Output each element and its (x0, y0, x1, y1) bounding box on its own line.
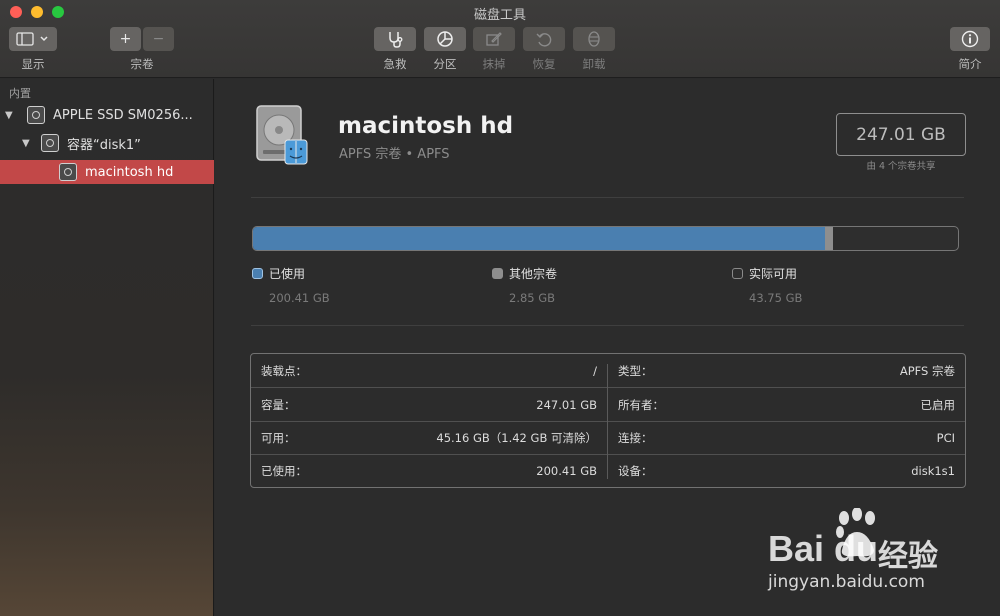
restore-label: 恢复 (532, 57, 556, 71)
info-row-connection: 连接： PCI (608, 421, 965, 455)
sidebar-item-macintosh-hd[interactable]: macintosh hd (0, 160, 214, 184)
baidu-watermark: Bai du 经验 jingyan.baidu.com (768, 508, 988, 608)
partition-button[interactable] (424, 27, 466, 51)
volume-subtitle: APFS 宗卷 • APFS (339, 147, 450, 162)
erase-group: 抹掉 (473, 27, 515, 72)
unmount-group: 卸载 (573, 27, 615, 72)
remove-volume-button[interactable]: − (143, 27, 174, 51)
volume-group: + − 宗卷 (110, 27, 174, 72)
other-value: 2.85 GB (509, 291, 556, 305)
volume-name: macintosh hd (338, 113, 514, 139)
info-row-used: 已使用： 200.41 GB (261, 464, 597, 478)
info-label: 简介 (958, 57, 982, 71)
usage-bar (252, 226, 959, 251)
separator (251, 197, 964, 198)
used-value: 200.41 GB (269, 291, 330, 305)
restore-icon (536, 33, 552, 47)
add-volume-button[interactable]: + (110, 27, 141, 51)
firstaid-group: 急救 (374, 27, 416, 72)
sidebar-toggle-icon (16, 32, 48, 46)
erase-label: 抹掉 (482, 57, 506, 71)
volume-label: 宗卷 (130, 57, 154, 71)
sidebar-item-container[interactable]: ▼ 容器“disk1” (0, 131, 214, 155)
info-row-capacity: 容量： 247.01 GB (251, 388, 607, 422)
separator (251, 325, 964, 326)
plus-icon: + (119, 31, 132, 47)
info-group: 简介 (950, 27, 990, 72)
partition-label: 分区 (433, 57, 457, 71)
pie-icon (437, 31, 453, 47)
erase-button[interactable] (473, 27, 515, 51)
free-swatch-icon (732, 268, 743, 279)
info-row-mount-point: 装载点： / (251, 354, 607, 388)
legend-used: 已使用 200.41 GB (252, 263, 330, 305)
shared-note: 由 4 个宗卷共享 (866, 161, 936, 172)
firstaid-button[interactable] (374, 27, 416, 51)
display-label: 显示 (21, 57, 45, 71)
sidebar-section-internal: 内置 (9, 87, 31, 100)
watermark-url: jingyan.baidu.com (768, 572, 925, 592)
info-button[interactable] (950, 27, 990, 51)
toolbar: 磁盘工具 显示 + − 宗卷 急救 分区 抹掉 恢复 卸载 简介 (0, 0, 1000, 78)
free-value: 43.75 GB (749, 291, 803, 305)
used-swatch-icon (252, 268, 263, 279)
sidebar: 内置 ▼ APPLE SSD SM0256... ▼ 容器“disk1” mac… (0, 79, 214, 616)
watermark-suffix: 经验 (878, 539, 938, 574)
stethoscope-icon (389, 32, 403, 48)
capacity-box: 247.01 GB (836, 113, 966, 156)
internal-disk-icon (27, 106, 45, 124)
watermark-brand: Bai du (768, 528, 879, 569)
volume-icon (59, 163, 77, 181)
display-group: 显示 (9, 27, 57, 72)
disclosure-triangle-icon[interactable]: ▼ (22, 138, 34, 149)
info-right-column: 类型： APFS 宗卷 所有者： 已启用 连接： PCI 设备： disk1s1 (608, 354, 965, 487)
unmount-button[interactable] (573, 27, 615, 51)
sidebar-item-apple-ssd[interactable]: ▼ APPLE SSD SM0256... (0, 103, 214, 127)
info-table: 装载点： / 容量： 247.01 GB 可用： 45.16 GB（1.42 GB 可… (250, 353, 966, 488)
window-title: 磁盘工具 (473, 8, 526, 23)
unmount-icon (588, 31, 600, 47)
unmount-label: 卸载 (582, 57, 606, 71)
sidebar-item-label: APPLE SSD SM0256... (53, 107, 193, 123)
info-row-device: 设备： disk1s1 (618, 464, 955, 478)
usage-bar-used (253, 227, 826, 250)
container-icon (41, 134, 59, 152)
restore-button[interactable] (523, 27, 565, 51)
disclosure-triangle-icon[interactable]: ▼ (5, 110, 17, 121)
info-row-owners: 所有者： 已启用 (608, 388, 965, 422)
legend-free: 实际可用 43.75 GB (732, 263, 802, 305)
info-row-type: 类型： APFS 宗卷 (608, 354, 965, 388)
sidebar-item-label: macintosh hd (85, 164, 174, 180)
firstaid-label: 急救 (383, 57, 407, 71)
info-row-available: 可用： 45.16 GB（1.42 GB 可清除） (251, 421, 607, 455)
partition-group: 分区 (424, 27, 466, 72)
eraser-icon (486, 32, 502, 46)
restore-group: 恢复 (523, 27, 565, 72)
legend-other: 其他宗卷 2.85 GB (492, 263, 557, 305)
usage-bar-other (825, 227, 834, 250)
display-button[interactable] (9, 27, 57, 51)
other-swatch-icon (492, 268, 503, 279)
info-icon (961, 30, 979, 48)
info-left-column: 装载点： / 容量： 247.01 GB 可用： 45.16 GB（1.42 GB 可… (251, 354, 607, 487)
hard-drive-icon (256, 105, 308, 165)
minus-icon: − (152, 31, 165, 47)
sidebar-item-label: 容器“disk1” (67, 137, 141, 153)
